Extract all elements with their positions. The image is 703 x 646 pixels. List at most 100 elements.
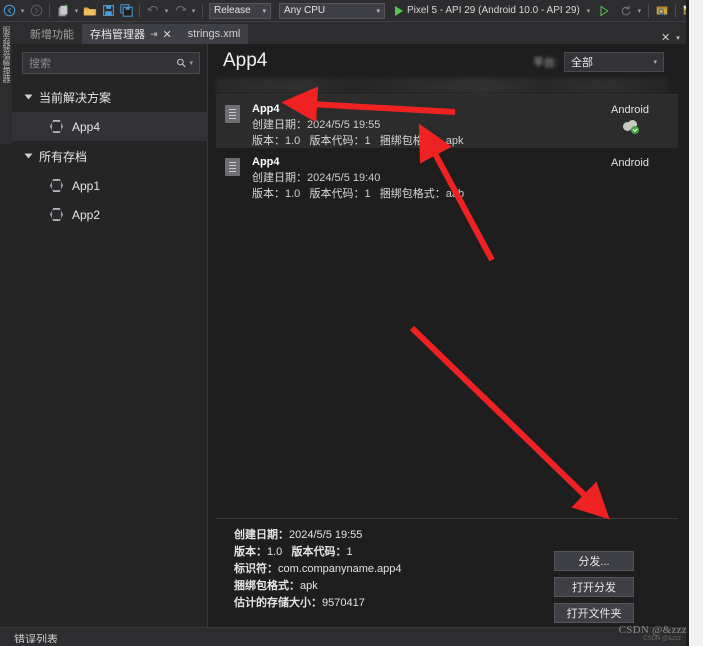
detail-created-label: 创建日期： xyxy=(234,529,289,541)
package-icon xyxy=(50,179,63,192)
main-toolbar: ▾ ▾ ▾ ▾ Release ▾ Any CPU ▾ Pixel 5 - AP… xyxy=(0,0,703,22)
document-tab-bar: 新增功能 存档管理器 ⇥ ✕ strings.xml ✕ ▾ ✲ xyxy=(0,22,703,44)
detail-version-label: 版本： xyxy=(234,546,267,558)
selected-archive-details: 创建日期：2024/5/5 19:55 版本：1.0 版本代码：1 标识符：co… xyxy=(216,518,678,628)
undo-dropdown-icon[interactable]: ▾ xyxy=(162,7,171,15)
platform-combo[interactable]: Any CPU ▾ xyxy=(279,2,385,19)
solution-tree: 当前解决方案 App4 所有存档 App1 App2 xyxy=(12,82,208,229)
toolbar-separator-2 xyxy=(139,3,140,18)
platform-filter-value: 全部 xyxy=(571,57,593,69)
detail-version-code-label: 版本代码： xyxy=(291,546,347,558)
detail-size-label: 估计的存储大小： xyxy=(234,597,322,609)
new-item-icon[interactable] xyxy=(54,2,72,20)
toolbar-separator xyxy=(49,3,50,18)
hot-reload-icon[interactable] xyxy=(617,2,635,20)
configuration-combo[interactable]: Release ▾ xyxy=(209,2,271,19)
sidebar-item-app2[interactable]: App2 xyxy=(12,200,208,229)
vertical-dock-label[interactable]: 服务器资源管理器 xyxy=(0,24,12,144)
platform-value: Any CPU xyxy=(284,5,326,16)
platform-filter-combo[interactable]: 全部 ▾ xyxy=(564,52,664,72)
configuration-value: Release xyxy=(214,5,251,16)
chevron-down-icon: ▾ xyxy=(653,59,657,66)
sidebar-item-label: App2 xyxy=(72,207,101,222)
detail-actions: 分发... 打开分发 打开文件夹 xyxy=(554,551,634,623)
archive-row-2[interactable]: App4 创建日期：2024/5/5 19:40 版本：1.0 版本代码：1 捆… xyxy=(216,148,678,201)
tree-group-all-archives[interactable]: 所有存档 xyxy=(12,141,208,171)
version-label: 版本： xyxy=(252,188,285,200)
save-icon[interactable] xyxy=(99,2,117,20)
page-title: App4 xyxy=(223,50,268,71)
undo-icon[interactable] xyxy=(144,2,162,20)
sidebar-item-label: App1 xyxy=(72,178,101,193)
panel-header: App4 平台: 全部 ▾ xyxy=(208,44,686,80)
tab-label: strings.xml xyxy=(187,28,241,40)
toolbar-separator-3 xyxy=(202,3,203,18)
created-label: 创建日期： xyxy=(252,172,307,184)
tab-label: 存档管理器 xyxy=(90,29,145,41)
sidebar-item-app4[interactable]: App4 xyxy=(12,112,208,141)
hot-reload-dropdown-icon[interactable]: ▾ xyxy=(635,7,644,15)
bundle-value: aab xyxy=(445,188,465,200)
version-code-label: 版本代码： xyxy=(309,135,365,147)
close-icon[interactable]: ✕ xyxy=(163,28,172,41)
browser-link-icon[interactable] xyxy=(653,2,671,20)
version-value: 1.0 xyxy=(285,135,301,147)
detail-size-value: 9570417 xyxy=(322,597,365,609)
version-code-value: 1 xyxy=(364,135,371,147)
platform-filter-label: 平台: xyxy=(532,57,558,69)
archive-row-1[interactable]: App4 创建日期：2024/5/5 19:55 版本：1.0 版本代码：1 捆… xyxy=(216,95,678,148)
open-distribution-button[interactable]: 打开分发 xyxy=(554,577,634,597)
detail-version-code-value: 1 xyxy=(346,546,353,558)
archive-created-line: 创建日期：2024/5/5 19:40 xyxy=(252,170,678,186)
tree-group-label: 当前解决方案 xyxy=(39,90,112,105)
detail-version-value: 1.0 xyxy=(267,546,283,558)
chevron-down-icon: ▾ xyxy=(376,7,380,15)
version-code-label: 版本代码： xyxy=(309,188,365,200)
open-folder-button[interactable]: 打开文件夹 xyxy=(554,603,634,623)
tree-group-current-solution[interactable]: 当前解决方案 xyxy=(12,82,208,112)
back-dropdown-icon[interactable]: ▾ xyxy=(18,7,27,15)
bundle-label: 捆绑包格式： xyxy=(379,135,446,147)
tab-label: 新增功能 xyxy=(30,29,74,41)
play-outline-icon[interactable] xyxy=(595,2,613,20)
bundle-value: apk xyxy=(445,135,464,147)
tab-new-features[interactable]: 新增功能 xyxy=(22,24,82,44)
tab-archive-manager[interactable]: 存档管理器 ⇥ ✕ xyxy=(82,24,180,44)
close-icon[interactable]: ✕ xyxy=(661,31,670,44)
toolbar-separator-4 xyxy=(647,3,649,18)
redo-dropdown-icon[interactable]: ▾ xyxy=(189,7,198,15)
pin-icon[interactable]: ⇥ xyxy=(150,29,158,40)
archive-version-line: 版本：1.0 版本代码：1 捆绑包格式：aab xyxy=(252,186,678,202)
version-code-value: 1 xyxy=(364,188,371,200)
right-edge-strip xyxy=(686,0,703,646)
chevron-down-icon[interactable]: ▾ xyxy=(676,34,680,42)
archive-file-icon xyxy=(225,105,240,123)
run-target-dropdown-icon[interactable]: ▾ xyxy=(584,7,593,15)
package-icon xyxy=(50,120,63,133)
redo-icon[interactable] xyxy=(171,2,189,20)
archive-platform-block: Android xyxy=(600,157,660,169)
open-folder-icon[interactable] xyxy=(81,2,99,20)
bottom-tab-error-list[interactable]: 错误列表 xyxy=(14,631,58,643)
tab-strings-xml[interactable]: strings.xml xyxy=(179,24,249,44)
chevron-down-icon[interactable]: ▾ xyxy=(189,59,193,67)
bottom-dock-bar: 错误列表 xyxy=(0,627,703,646)
new-item-dropdown-icon[interactable]: ▾ xyxy=(72,7,81,15)
archive-file-icon xyxy=(225,158,240,176)
archive-list-sidebar: 搜索 ⚲ ▾ 当前解决方案 App4 所有存档 App1 App2 xyxy=(12,44,208,627)
archive-platform-label: Android xyxy=(611,104,649,116)
distribute-button[interactable]: 分发... xyxy=(554,551,634,571)
sidebar-item-app1[interactable]: App1 xyxy=(12,171,208,200)
bundle-label: 捆绑包格式： xyxy=(379,188,446,200)
detail-bundle-label: 捆绑包格式： xyxy=(234,580,300,592)
forward-arrow-icon[interactable] xyxy=(27,2,45,20)
save-all-icon[interactable] xyxy=(117,2,135,20)
search-input[interactable]: 搜索 ⚲ ▾ xyxy=(22,52,200,74)
archive-version-line: 版本：1.0 版本代码：1 捆绑包格式：apk xyxy=(252,133,678,149)
detail-identifier-value: com.companyname.app4 xyxy=(278,563,402,575)
caret-down-icon xyxy=(24,153,33,159)
archive-platform-block: Android xyxy=(600,104,660,134)
archive-platform-label: Android xyxy=(611,157,649,169)
run-target-button[interactable]: Pixel 5 - API 29 (Android 10.0 - API 29)… xyxy=(395,5,593,16)
back-arrow-icon[interactable] xyxy=(0,2,18,20)
